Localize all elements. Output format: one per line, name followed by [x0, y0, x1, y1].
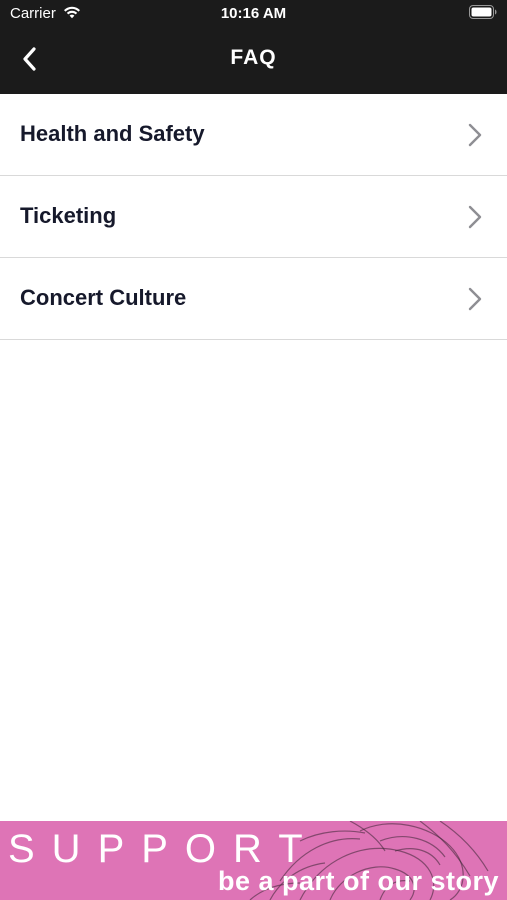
faq-item-label: Health and Safety: [20, 121, 205, 146]
banner-subtitle: be a part of our story: [217, 866, 499, 896]
faq-item-concert-culture[interactable]: Concert Culture: [0, 258, 507, 340]
faq-item-ticketing[interactable]: Ticketing: [0, 176, 507, 258]
faq-list: Health and Safety Ticketing Concert Cult…: [0, 94, 507, 340]
chevron-right-icon: [468, 205, 482, 229]
battery-icon: [469, 5, 497, 19]
chevron-right-icon: [468, 287, 482, 311]
status-bar: Carrier 10:16 AM: [0, 0, 507, 28]
page-title: FAQ: [230, 46, 277, 69]
support-banner[interactable]: SUPPORT be a part of our story: [0, 821, 507, 900]
status-time: 10:16 AM: [220, 5, 287, 22]
navigation-header: Carrier 10:16 AM FAQ: [0, 0, 507, 94]
chevron-right-icon: [468, 123, 482, 147]
faq-item-health-and-safety[interactable]: Health and Safety: [0, 94, 507, 176]
faq-item-label: Ticketing: [20, 203, 117, 228]
faq-item-label: Concert Culture: [20, 285, 187, 310]
